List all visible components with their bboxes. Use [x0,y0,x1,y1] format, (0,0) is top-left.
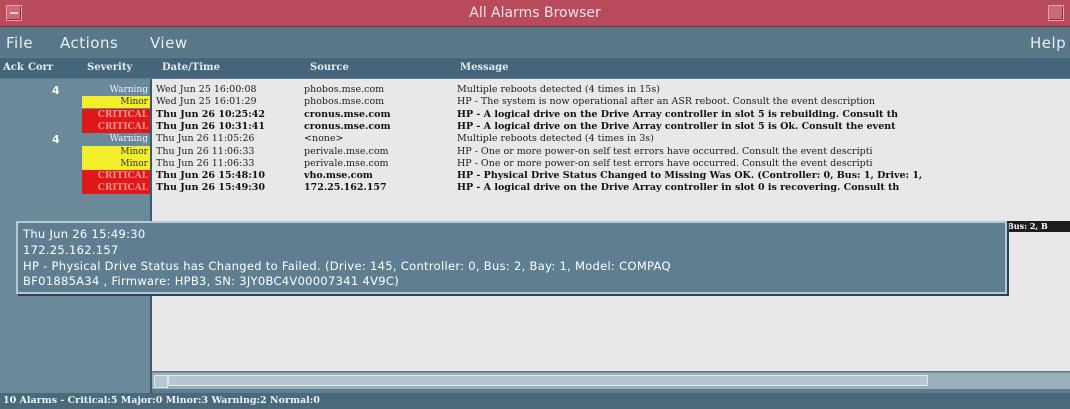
tooltip-message: HP - Physical Drive Status has Changed t… [23,259,671,273]
severity-badge: Warning [109,85,148,95]
alarm-summary: 10 Alarms - Critical:5 Major:0 Minor:3 W… [3,395,320,406]
alarm-message: HP - A logical drive on the Drive Array … [457,108,899,120]
scroll-left-arrow[interactable] [154,375,168,388]
alarm-source: perivale.mse.com [304,145,389,157]
horizontal-scrollbar[interactable] [152,372,1070,389]
alarm-datetime: Thu Jun 26 11:06:33 [156,157,255,169]
table-row[interactable]: Thu Jun 26 11:05:26 <none> Multiple reboot… [152,133,1070,145]
severity-badge: Warning [109,134,148,145]
table-row[interactable]: Wed Jun 25 16:01:29 phobos.mse.com HP - Th… [152,96,1070,108]
severity-badge: CRITICAL [82,182,150,195]
table-row[interactable]: Thu Jun 26 11:06:33 perivale.mse.com HP - … [152,158,1070,170]
severity-badge: Minor [82,145,150,158]
tooltip-source: 172.25.162.157 [23,243,119,257]
alarm-source: phobos.mse.com [304,84,385,95]
alarm-datetime: Thu Jun 26 15:49:30 [156,182,266,194]
col-datetime[interactable]: Date/Time [162,62,220,73]
table-row[interactable]: Thu Jun 26 15:49:30 172.25.162.157 HP - A … [152,182,1070,194]
col-message[interactable]: Message [460,62,509,73]
col-ack[interactable]: Ack [3,62,24,73]
menu-file[interactable]: File [6,34,33,52]
alarm-message: HP - One or more power-on self test erro… [457,157,873,169]
hidden-row-fragment: Bus: 2, B [1004,221,1070,232]
correlation-count: 4 [52,133,60,147]
alarm-message: HP - A logical drive on the Drive Array … [457,182,900,194]
scroll-thumb[interactable] [168,375,928,386]
table-row-left[interactable]: CRITICAL [0,182,150,195]
table-row[interactable]: Thu Jun 26 10:25:42 cronus.mse.com HP - A … [152,109,1070,121]
alarm-datetime: Wed Jun 25 16:01:29 [156,96,257,108]
maximize-button[interactable] [1048,5,1064,21]
severity-badge: Minor [82,96,150,109]
table-row[interactable]: Thu Jun 26 11:06:33 perivale.mse.com HP - … [152,146,1070,158]
alarm-source: vho.mse.com [304,170,373,182]
severity-badge: CRITICAL [82,120,150,133]
column-header: Ack Corr Severity Date/Time Source Messa… [0,58,1070,78]
severity-badge: CRITICAL [82,108,150,121]
menu-bar: File Actions View Help [0,27,1070,57]
col-corr[interactable]: Corr [28,62,53,73]
alarm-message: HP - One or more power-on self test erro… [457,145,873,157]
alarm-datetime: Thu Jun 26 11:05:26 [156,133,255,145]
alarm-detail-tooltip: Thu Jun 26 15:49:30 172.25.162.157 HP - … [16,221,1007,294]
table-row[interactable]: Thu Jun 26 10:31:41 cronus.mse.com HP - A … [152,121,1070,133]
alarm-datetime: Thu Jun 26 11:06:33 [156,145,255,157]
table-row[interactable]: Wed Jun 25 16:00:08 phobos.mse.com Multipl… [152,84,1070,96]
severity-badge: Minor [82,157,150,170]
col-severity[interactable]: Severity [87,62,132,73]
alarm-message: Multiple reboots detected (4 times in 15… [457,84,660,95]
alarm-source: perivale.mse.com [304,157,389,169]
title-bar: All Alarms Browser [0,0,1070,27]
alarm-source: cronus.mse.com [304,108,391,120]
table-row[interactable]: Thu Jun 26 15:48:10 vho.mse.com HP - Physi… [152,170,1070,182]
severity-badge: CRITICAL [82,170,150,183]
table-row-left[interactable]: CRITICAL [0,108,150,121]
alarm-message: HP - The system is now operational after… [457,96,876,108]
correlation-count: 4 [52,84,60,97]
status-bar: 10 Alarms - Critical:5 Major:0 Minor:3 W… [0,393,1070,409]
alarm-datetime: Thu Jun 26 15:48:10 [156,170,266,182]
table-row-left[interactable]: CRITICAL [0,120,150,133]
alarm-source: 172.25.162.157 [304,182,387,194]
menu-view[interactable]: View [150,34,188,52]
alarm-message: Multiple reboots detected (4 times in 3s… [457,133,654,145]
alarm-datetime: Thu Jun 26 10:31:41 [156,120,266,132]
col-source[interactable]: Source [310,62,349,73]
tooltip-message-cont: BF01885A34 , Firmware: HPB3, SN: 3JY0BC4… [23,274,399,288]
alarm-datetime: Wed Jun 25 16:00:08 [156,84,257,95]
table-row-left[interactable]: Minor [0,145,150,158]
menu-actions[interactable]: Actions [60,34,118,52]
table-row-left[interactable]: 4 Warning [0,84,150,97]
alarm-datetime: Thu Jun 26 10:25:42 [156,108,266,120]
table-row-left[interactable]: Minor [0,96,150,109]
tooltip-date: Thu Jun 26 15:49:30 [23,227,146,241]
alarm-source: cronus.mse.com [304,120,391,132]
alarm-source: phobos.mse.com [304,96,385,108]
window-title: All Alarms Browser [469,5,601,21]
alarm-message: HP - Physical Drive Status Changed to Mi… [457,170,923,182]
table-row-left[interactable]: 4 Warning [0,133,150,147]
alarm-source: <none> [304,133,344,145]
table-row-left[interactable]: CRITICAL [0,170,150,183]
menu-help[interactable]: Help [1030,34,1066,52]
table-row-left[interactable]: Minor [0,157,150,170]
alarm-message: HP - A logical drive on the Drive Array … [457,120,896,132]
